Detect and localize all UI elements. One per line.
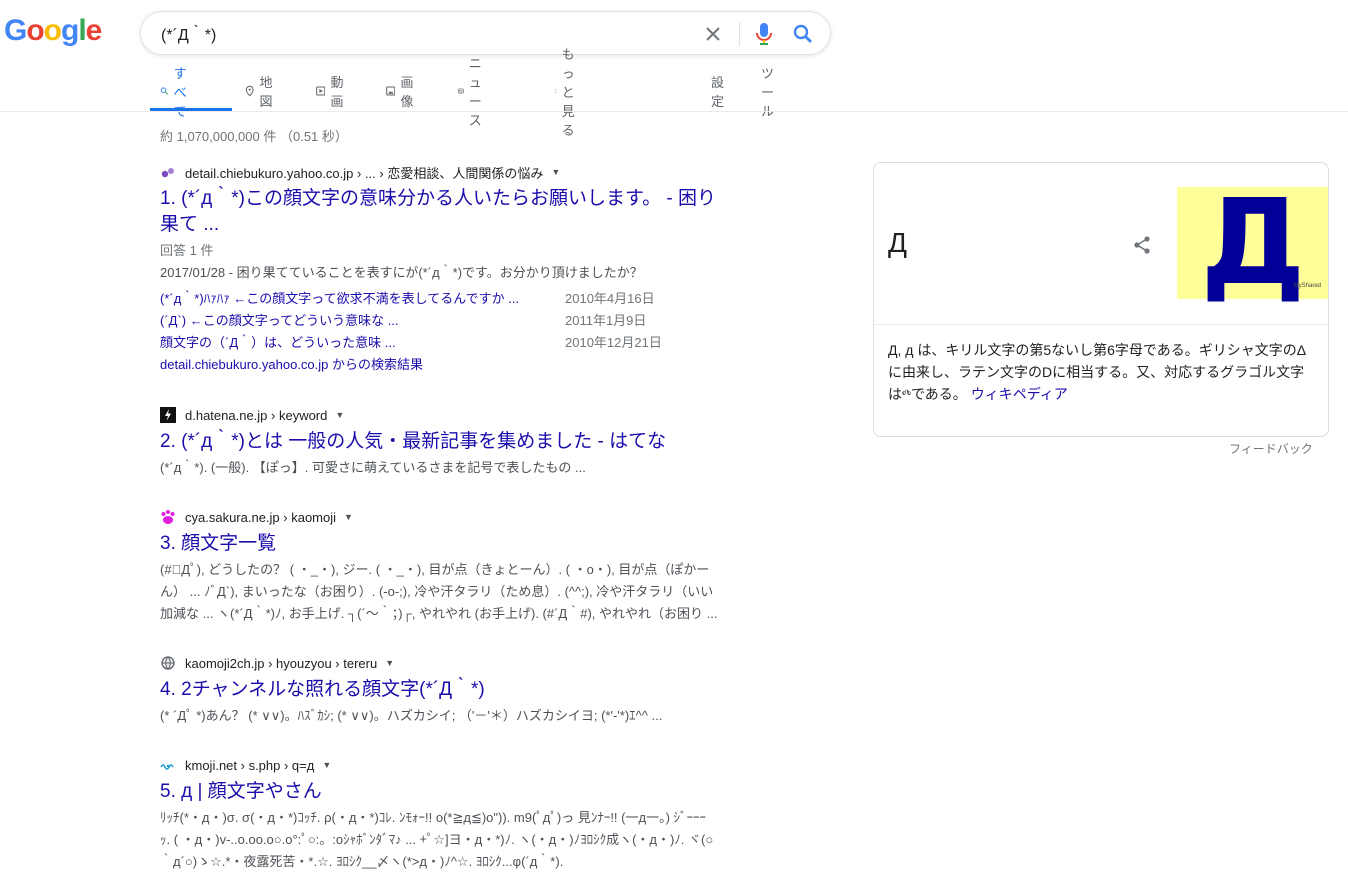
caret-down-icon[interactable]: ▼ bbox=[344, 512, 353, 522]
search-box bbox=[140, 11, 831, 55]
news-icon bbox=[458, 88, 464, 94]
kp-divider bbox=[874, 324, 1328, 325]
sub-link[interactable]: 顔文字の（´Д｀）は、どういった意味 ... bbox=[160, 332, 565, 354]
search-result: kmoji.net › s.php › q=д ▼ 5. д | 顔文字やさん … bbox=[160, 756, 765, 873]
search-result: cya.sakura.ne.jp › kaomoji ▼ 3. 顔文字一覧 (#… bbox=[160, 508, 765, 625]
cite-text: kmoji.net › s.php › q=д bbox=[185, 757, 315, 773]
header-divider bbox=[0, 111, 1348, 112]
snippet-line: 加減な ... ヽ(*´Д｀*)ﾉ, お手上げ. ┐(´～｀；)┌, やれやれ … bbox=[160, 606, 718, 621]
result-cite[interactable]: detail.chiebukuro.yahoo.co.jp › ... › 恋愛… bbox=[160, 163, 765, 181]
more-results-link[interactable]: detail.chiebukuro.yahoo.co.jp からの検索結果 bbox=[160, 354, 765, 376]
kp-title: Д bbox=[888, 227, 907, 258]
search-divider bbox=[739, 22, 740, 46]
result-snippet: (* ´Дﾟ *)あん？ (* ∨∨)。ﾊｽﾞｶｼ; (* ∨∨)。ハズカシイ;… bbox=[160, 708, 663, 723]
tab-settings[interactable]: 設定 bbox=[711, 70, 724, 112]
sub-link-row: 顔文字の（´Д｀）は、どういった意味 ... 2010年12月21日 bbox=[160, 332, 765, 354]
sub-link-date: 2010年12月21日 bbox=[565, 335, 662, 350]
paw-favicon bbox=[160, 509, 176, 525]
video-icon bbox=[316, 86, 326, 96]
search-result: d.hatena.ne.jp › keyword ▼ 2. (*´д｀*)とは … bbox=[160, 406, 765, 479]
sub-link-date: 2010年4月16日 bbox=[565, 291, 655, 306]
map-pin-icon bbox=[245, 85, 254, 97]
tab-label: 動画 bbox=[330, 75, 344, 109]
tab-label: 地図 bbox=[259, 75, 273, 109]
tab-tools[interactable]: ツール bbox=[761, 66, 774, 119]
sub-link-row: (´Д`) ←この顔文字ってどういう意味な ... 2011年1月9日 bbox=[160, 310, 765, 332]
sub-link[interactable]: (*´д｀*)ﾊｧﾊｧ ←この顔文字って欲求不満を表してるんですか ... bbox=[160, 288, 565, 310]
sub-link-date: 2011年1月9日 bbox=[565, 313, 647, 328]
caret-down-icon[interactable]: ▼ bbox=[335, 410, 344, 420]
snippet-line: (#ﾟДﾟ), どうしたの？ ( ・_・), ジー. ( ・_・), 目が点（き… bbox=[160, 562, 710, 577]
tab-videos[interactable]: 動画 bbox=[316, 70, 348, 112]
search-result: detail.chiebukuro.yahoo.co.jp › ... › 恋愛… bbox=[160, 163, 765, 376]
tab-news[interactable]: ニュース bbox=[458, 56, 490, 128]
cite-text: cya.sakura.ne.jp › kaomoji bbox=[185, 509, 337, 525]
result-cite[interactable]: d.hatena.ne.jp › keyword ▼ bbox=[160, 406, 765, 424]
tab-maps[interactable]: 地図 bbox=[245, 70, 277, 112]
result-snippet: (#ﾟДﾟ), どうしたの？ ( ・_・), ジー. ( ・_・), 目が点（き… bbox=[160, 559, 765, 625]
cite-text: detail.chiebukuro.yahoo.co.jp › ... › 恋愛… bbox=[185, 165, 544, 181]
result-title-line: 果て ... bbox=[160, 214, 220, 235]
knowledge-panel: Д Д MyShared Д, д は、キリル文字の第5ないし第6字母である。ギ… bbox=[873, 162, 1329, 437]
search-icon bbox=[160, 87, 168, 95]
chiebukuro-favicon bbox=[160, 164, 176, 180]
sub-link-row: (*´д｀*)ﾊｧﾊｧ ←この顔文字って欲求不満を表してるんですか ... 20… bbox=[160, 288, 765, 310]
caret-down-icon[interactable]: ▼ bbox=[551, 167, 560, 177]
result-snippet: ﾘｯﾁ(*・д・)σ. σ(・д・*)ｺｯﾁ. ρ(・д・*)ｺﾚ. ﾝﾓｫｰ!… bbox=[160, 807, 765, 873]
tab-label: もっと見る bbox=[561, 46, 575, 138]
kmoji-favicon bbox=[160, 757, 176, 773]
result-title[interactable]: 5. д | 顔文字やさん bbox=[160, 779, 765, 805]
sub-link[interactable]: (´Д`) ←この顔文字ってどういう意味な ... bbox=[160, 310, 565, 332]
tab-more[interactable]: もっと見る bbox=[555, 47, 579, 138]
result-title[interactable]: 3. 顔文字一覧 bbox=[160, 531, 765, 557]
answer-count: 回答 1 件 bbox=[160, 243, 214, 258]
feedback-link[interactable]: フィードバック bbox=[1229, 440, 1313, 457]
hatena-favicon bbox=[160, 407, 176, 423]
snippet-line: ん） ... ﾉﾞД`), まいったな（お困り）. (-o-;), 冷や汗タラリ… bbox=[160, 584, 714, 599]
microphone-icon[interactable] bbox=[752, 21, 776, 47]
result-cite[interactable]: kaomoji2ch.jp › hyouzyou › tereru ▼ bbox=[160, 654, 765, 672]
cite-text: d.hatena.ne.jp › keyword bbox=[185, 407, 328, 423]
result-cite[interactable]: cya.sakura.ne.jp › kaomoji ▼ bbox=[160, 508, 765, 526]
kp-image-letter: Д bbox=[1200, 173, 1306, 311]
snippet-line: ﾘｯﾁ(*・д・)σ. σ(・д・*)ｺｯﾁ. ρ(・д・*)ｺﾚ. ﾝﾓｫｰ!… bbox=[160, 810, 707, 825]
result-title-line: 1. (*´д｀*)この顔文字の意味分かる人いたらお願いします。 - 困り bbox=[160, 188, 716, 209]
google-logo[interactable]: Google bbox=[4, 14, 102, 48]
tab-all[interactable]: すべて bbox=[160, 66, 194, 119]
more-vert-icon bbox=[555, 89, 557, 93]
result-title[interactable]: 1. (*´д｀*)この顔文字の意味分かる人いたらお願いします。 - 困り 果て… bbox=[160, 186, 765, 238]
search-result: kaomoji2ch.jp › hyouzyou › tereru ▼ 4. 2… bbox=[160, 654, 765, 727]
clear-icon[interactable] bbox=[701, 22, 725, 46]
tab-images[interactable]: 画像 bbox=[386, 70, 418, 112]
result-snippet: (*´д｀*). (一般). 【ぽっ】. 可愛さに萌えているさまを記号で表したも… bbox=[160, 460, 586, 475]
tab-label: ニュース bbox=[468, 56, 482, 128]
snippet-line: ｯ. ( ・д・)v-..o.oo.o○.o°:ﾟ○:。:oｼｬﾎﾞﾝﾀﾞﾏ♪ … bbox=[160, 832, 714, 847]
kp-description-glyph: ⰴ bbox=[902, 386, 911, 402]
result-cite[interactable]: kmoji.net › s.php › q=д ▼ bbox=[160, 756, 765, 774]
kp-image[interactable]: Д MyShared bbox=[1177, 173, 1328, 311]
tab-label: 画像 bbox=[400, 75, 414, 109]
search-input[interactable] bbox=[161, 12, 681, 54]
result-title[interactable]: 2. (*´д｀*)とは 一般の人気・最新記事を集めました - はてな bbox=[160, 429, 765, 455]
result-title[interactable]: 4. 2チャンネルな照れる顔文字(*´Д｀*) bbox=[160, 677, 765, 703]
wikipedia-link[interactable]: ウィキペディア bbox=[971, 386, 1068, 402]
kp-description-tail: である。 bbox=[910, 386, 967, 402]
sub-links: (*´д｀*)ﾊｧﾊｧ ←この顔文字って欲求不満を表してるんですか ... 20… bbox=[160, 288, 765, 354]
snippet-line: ｀д´○)ゝ☆.*・夜露死苦・*.☆. ﾖﾛｼｸ__〆ヽ(*>д・)ﾉ^☆. ﾖ… bbox=[160, 854, 564, 869]
kp-description: Д, д は、キリル文字の第5ないし第6字母である。ギリシャ文字のΔに由来し、ラ… bbox=[888, 339, 1318, 405]
cite-text: kaomoji2ch.jp › hyouzyou › tereru bbox=[185, 655, 378, 671]
share-icon[interactable] bbox=[1130, 233, 1154, 257]
result-snippet: 2017/01/28 - 困り果てていることを表すにが(*´д｀*)です。お分か… bbox=[160, 265, 643, 280]
caret-down-icon[interactable]: ▼ bbox=[322, 760, 331, 770]
result-stats: 約 1,070,000,000 件 （0.51 秒） bbox=[160, 129, 348, 144]
image-icon bbox=[386, 86, 396, 96]
caret-down-icon[interactable]: ▼ bbox=[385, 658, 394, 668]
search-icon[interactable] bbox=[791, 22, 815, 46]
globe-favicon bbox=[160, 655, 176, 671]
kp-image-watermark: MyShared bbox=[1293, 283, 1321, 289]
tab-label: 設定 bbox=[711, 75, 725, 109]
